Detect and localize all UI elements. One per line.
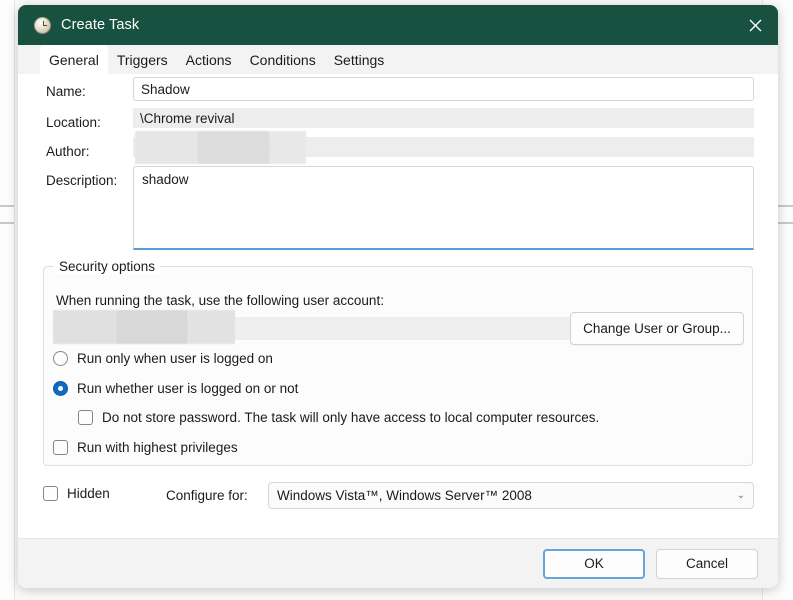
checkbox-do-not-store-password[interactable]: Do not store password. The task will onl…: [78, 410, 599, 425]
user-account-caption: When running the task, use the following…: [56, 293, 384, 308]
user-account-redaction-block: [53, 310, 116, 344]
radio-run-only-when-logged-on[interactable]: Run only when user is logged on: [53, 351, 273, 366]
location-field: \Chrome revival: [133, 108, 754, 128]
chevron-down-icon: ⌄: [736, 490, 745, 501]
window-title: Create Task: [61, 17, 140, 33]
create-task-dialog: Create Task General Triggers Actions Con…: [18, 5, 778, 588]
user-account-redaction-block: [116, 310, 188, 344]
cancel-button-label: Cancel: [685, 556, 729, 571]
checkbox-do-not-store-password-label: Do not store password. The task will onl…: [102, 410, 600, 425]
name-input[interactable]: Shadow: [133, 77, 754, 101]
security-options-legend: Security options: [54, 259, 161, 274]
dialog-footer: OK Cancel: [18, 538, 778, 588]
checkbox-hidden-label: Hidden: [67, 486, 110, 501]
tab-settings-label: Settings: [333, 51, 385, 68]
general-tab-panel: Name: Shadow Location: \Chrome revival A…: [18, 74, 778, 538]
change-user-or-group-label: Change User or Group...: [583, 321, 731, 336]
tab-conditions[interactable]: Conditions: [241, 45, 325, 74]
name-input-value: Shadow: [141, 81, 190, 97]
tab-strip: General Triggers Actions Conditions Sett…: [18, 45, 778, 74]
background-pane-left: [0, 0, 15, 600]
bottom-options-row: Hidden Configure for: Windows Vista™, Wi…: [18, 479, 778, 515]
close-button[interactable]: [732, 5, 778, 45]
author-redaction-block: [270, 131, 306, 164]
location-label: Location:: [46, 115, 101, 130]
radio-icon-checked: [53, 381, 68, 396]
description-value: shadow: [142, 172, 189, 187]
location-label-row: Location:: [46, 115, 101, 130]
tab-conditions-label: Conditions: [249, 51, 316, 68]
description-label: Description:: [46, 173, 118, 188]
ok-button-label: OK: [584, 556, 604, 571]
background-rule-left-bottom: [0, 222, 14, 224]
checkbox-run-with-highest-privileges[interactable]: Run with highest privileges: [53, 440, 238, 455]
author-redaction-block: [197, 131, 270, 164]
configure-for-label: Configure for:: [166, 488, 248, 503]
author-label: Author:: [46, 144, 90, 159]
author-redaction-block: [135, 131, 197, 164]
background-rule-left-top: [0, 205, 14, 207]
ok-button[interactable]: OK: [543, 548, 645, 579]
cancel-button[interactable]: Cancel: [656, 548, 758, 579]
radio-run-only-when-logged-on-label: Run only when user is logged on: [77, 351, 273, 366]
tab-settings[interactable]: Settings: [325, 45, 394, 74]
radio-icon-unchecked: [53, 351, 68, 366]
tab-triggers-label: Triggers: [116, 51, 168, 68]
page-background: Create Task General Triggers Actions Con…: [0, 0, 793, 600]
checkbox-run-with-highest-privileges-label: Run with highest privileges: [77, 440, 238, 455]
description-textarea[interactable]: shadow: [133, 166, 754, 250]
configure-for-value: Windows Vista™, Windows Server™ 2008: [277, 488, 532, 503]
clock-icon: [34, 16, 51, 34]
checkbox-hidden[interactable]: Hidden: [43, 486, 110, 501]
title-bar: Create Task: [18, 5, 778, 45]
close-icon: [749, 19, 761, 31]
location-value: \Chrome revival: [140, 110, 235, 126]
tab-triggers[interactable]: Triggers: [108, 45, 177, 74]
name-label-row: Name:: [46, 84, 86, 99]
tab-general[interactable]: General: [40, 45, 108, 74]
user-account-redaction-block: [188, 310, 235, 344]
checkbox-icon-unchecked: [53, 440, 68, 455]
author-label-row: Author:: [46, 144, 90, 159]
checkbox-icon-unchecked: [78, 410, 93, 425]
configure-for-dropdown[interactable]: Windows Vista™, Windows Server™ 2008 ⌄: [268, 482, 754, 509]
description-label-row: Description:: [46, 173, 117, 188]
radio-run-whether-logged-on[interactable]: Run whether user is logged on or not: [53, 381, 298, 396]
tab-actions[interactable]: Actions: [177, 45, 241, 74]
name-label: Name:: [46, 84, 86, 99]
tab-actions-label: Actions: [185, 51, 232, 68]
change-user-or-group-button[interactable]: Change User or Group...: [570, 312, 744, 345]
tab-general-label: General: [49, 51, 99, 68]
checkbox-icon-unchecked: [43, 486, 58, 501]
radio-run-whether-logged-on-label: Run whether user is logged on or not: [77, 381, 299, 396]
